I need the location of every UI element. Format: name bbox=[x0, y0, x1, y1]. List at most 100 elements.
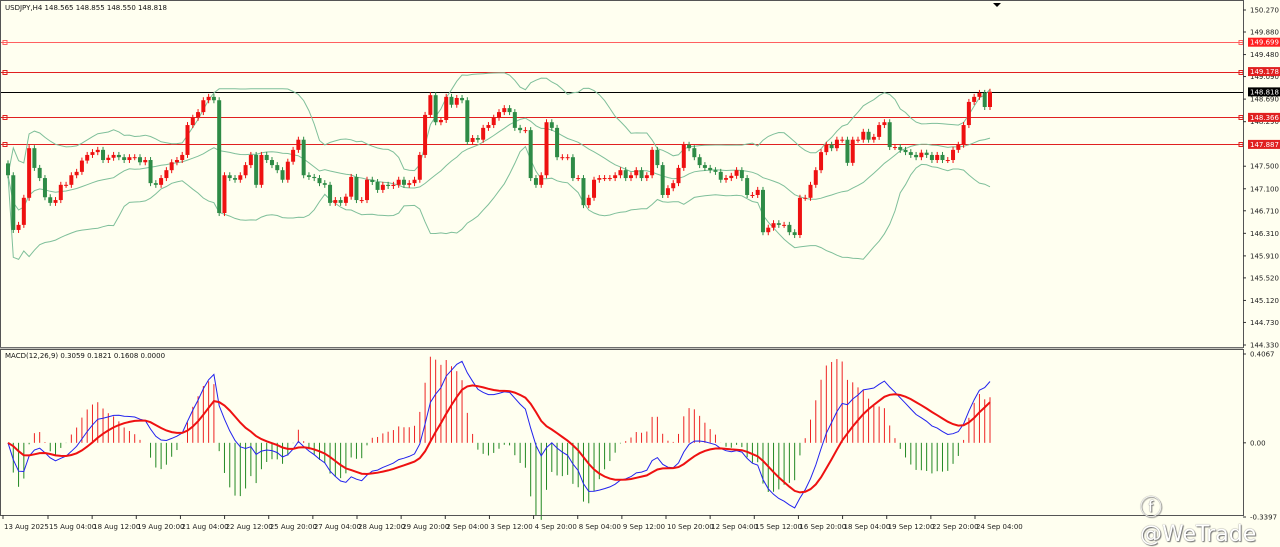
candle-body bbox=[137, 157, 142, 163]
candle[interactable] bbox=[444, 93, 449, 123]
candle-body bbox=[106, 157, 111, 161]
candle-body bbox=[650, 149, 655, 176]
candle[interactable] bbox=[988, 88, 992, 111]
candle[interactable] bbox=[760, 186, 765, 236]
candle[interactable] bbox=[259, 151, 264, 188]
candle-body bbox=[169, 162, 174, 171]
candle[interactable] bbox=[465, 97, 470, 145]
candle-body bbox=[375, 182, 380, 190]
candle-body bbox=[296, 139, 301, 150]
price-tick-label: 147.100 bbox=[1250, 185, 1279, 193]
candle[interactable] bbox=[676, 164, 681, 187]
time-tick-label: 13 Aug 2025 bbox=[4, 523, 49, 531]
candle[interactable] bbox=[328, 181, 333, 206]
candle-body bbox=[729, 175, 734, 179]
candle[interactable] bbox=[819, 149, 824, 174]
candle[interactable] bbox=[660, 162, 665, 198]
candle-body bbox=[211, 96, 216, 101]
candle-body bbox=[892, 147, 897, 149]
candle[interactable] bbox=[544, 119, 549, 179]
candle-body bbox=[623, 170, 628, 179]
candle-body bbox=[354, 176, 359, 201]
candle[interactable] bbox=[555, 124, 560, 161]
candle-body bbox=[248, 154, 253, 166]
candle[interactable] bbox=[42, 175, 47, 201]
time-tick-label: 22 Sep 20:00 bbox=[932, 523, 979, 531]
candle-body bbox=[819, 152, 824, 171]
candle-body bbox=[750, 194, 755, 196]
candle[interactable] bbox=[681, 141, 686, 171]
candle[interactable] bbox=[512, 109, 517, 131]
candle-body bbox=[771, 223, 776, 228]
candle[interactable] bbox=[966, 98, 971, 129]
candle[interactable] bbox=[797, 194, 802, 239]
candle-body bbox=[460, 97, 465, 101]
candle[interactable] bbox=[185, 122, 190, 158]
candle[interactable] bbox=[222, 172, 227, 217]
time-tick-label: 18 Aug 12:00 bbox=[93, 523, 140, 531]
candle-body bbox=[37, 167, 42, 179]
candle[interactable] bbox=[850, 136, 855, 166]
candle[interactable] bbox=[254, 151, 259, 188]
candle[interactable] bbox=[354, 173, 359, 204]
candle[interactable] bbox=[655, 146, 660, 169]
candle-body bbox=[512, 112, 517, 128]
candle-body bbox=[465, 100, 470, 142]
candle[interactable] bbox=[417, 151, 422, 183]
candle-body bbox=[349, 176, 354, 197]
candle[interactable] bbox=[813, 167, 818, 188]
candle[interactable] bbox=[11, 172, 16, 233]
price-level-label: 149.178 bbox=[1250, 68, 1279, 76]
candle[interactable] bbox=[349, 173, 354, 200]
macd-tick-label: 0.4067 bbox=[1250, 351, 1275, 359]
candle[interactable] bbox=[887, 119, 892, 151]
candle[interactable] bbox=[423, 111, 428, 158]
time-tick-label: 4 Sep 20:00 bbox=[535, 523, 577, 531]
trading-chart[interactable]: 150.270149.880149.480149.090148.690148.2… bbox=[0, 0, 1280, 537]
candle[interactable] bbox=[301, 136, 306, 179]
candle[interactable] bbox=[982, 89, 987, 111]
candle-body bbox=[58, 184, 63, 201]
candle-body bbox=[481, 127, 486, 140]
candle[interactable] bbox=[32, 145, 37, 171]
candle-body bbox=[359, 200, 364, 202]
candle-body bbox=[887, 122, 892, 148]
candle[interactable] bbox=[581, 175, 586, 209]
candle[interactable] bbox=[845, 136, 850, 166]
time-tick-label: 18 Sep 04:00 bbox=[844, 523, 891, 531]
candle[interactable] bbox=[433, 92, 438, 126]
candle[interactable] bbox=[217, 97, 222, 217]
candle-body bbox=[871, 136, 876, 140]
candle-body bbox=[586, 197, 591, 206]
candle[interactable] bbox=[21, 194, 26, 228]
candle[interactable] bbox=[745, 175, 750, 198]
candle-body bbox=[877, 125, 882, 137]
candle-body bbox=[882, 122, 887, 126]
candle-body bbox=[602, 178, 607, 180]
candle[interactable] bbox=[27, 145, 32, 201]
candle-body bbox=[95, 149, 100, 153]
candle-body bbox=[285, 161, 290, 180]
candle[interactable] bbox=[570, 154, 575, 182]
candle[interactable] bbox=[528, 127, 533, 182]
candle[interactable] bbox=[961, 122, 966, 148]
candle[interactable] bbox=[650, 146, 655, 179]
candle[interactable] bbox=[58, 181, 63, 204]
candle[interactable] bbox=[428, 92, 433, 118]
candle-body bbox=[90, 152, 95, 155]
candle[interactable] bbox=[148, 157, 153, 187]
candle-body bbox=[259, 154, 264, 185]
price-level-label: 148.366 bbox=[1250, 114, 1279, 122]
candle-body bbox=[438, 119, 443, 123]
candle-body bbox=[122, 157, 127, 161]
candle-body bbox=[951, 149, 956, 161]
candle-body bbox=[945, 160, 950, 162]
time-tick-label: 16 Sep 20:00 bbox=[799, 523, 846, 531]
price-tick-label: 146.710 bbox=[1250, 207, 1279, 215]
macd-header: MACD(12,26,9) 0.3059 0.1821 0.1608 0.000… bbox=[5, 352, 165, 360]
candle[interactable] bbox=[365, 176, 370, 204]
candle[interactable] bbox=[592, 176, 597, 201]
candle-body bbox=[724, 178, 729, 180]
candle[interactable] bbox=[285, 158, 290, 183]
candle-body bbox=[444, 96, 449, 120]
